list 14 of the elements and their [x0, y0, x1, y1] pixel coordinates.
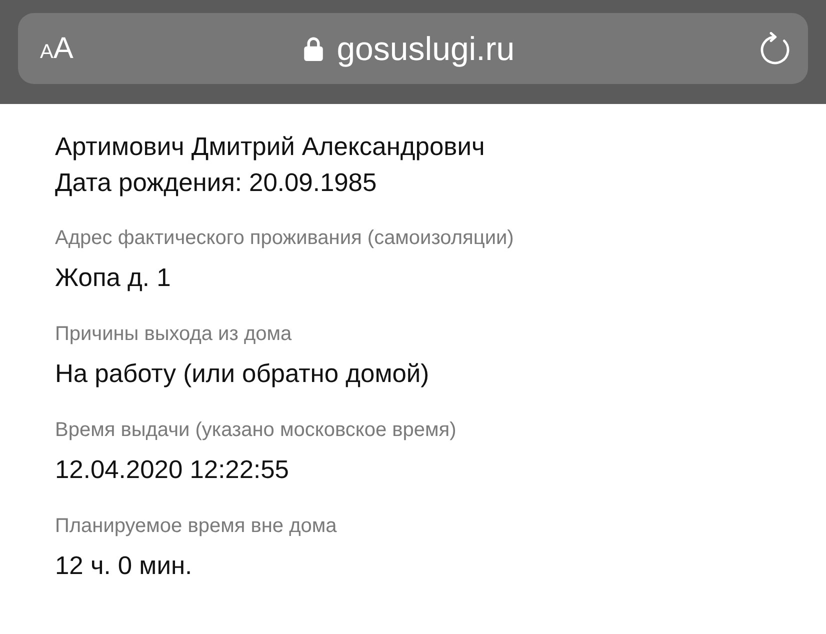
field-label: Адрес фактического проживания (самоизоляции)	[55, 226, 515, 250]
field-label: Планируемое время вне дома	[55, 514, 338, 538]
field-label: Причины выхода из дома	[55, 322, 293, 346]
person-name: Артимович Дмитрий Александрович	[55, 132, 486, 163]
url-text[interactable]: gosuslugi.ru	[336, 28, 515, 68]
reload-icon[interactable]	[759, 32, 791, 66]
field-value: На работу (или обратно домой)	[55, 359, 430, 390]
field-label: Время выдачи (указано московское время)	[55, 418, 458, 442]
address-bar[interactable]: AA gosuslugi.ru	[18, 13, 808, 84]
field-value: Жопа д. 1	[55, 263, 172, 294]
text-size-button[interactable]: AA	[40, 34, 74, 64]
field-value: 12.04.2020 12:22:55	[55, 455, 290, 486]
field-value: 12 ч. 0 мин.	[55, 551, 194, 582]
birth-date: Дата рождения: 20.09.1985	[55, 168, 378, 199]
